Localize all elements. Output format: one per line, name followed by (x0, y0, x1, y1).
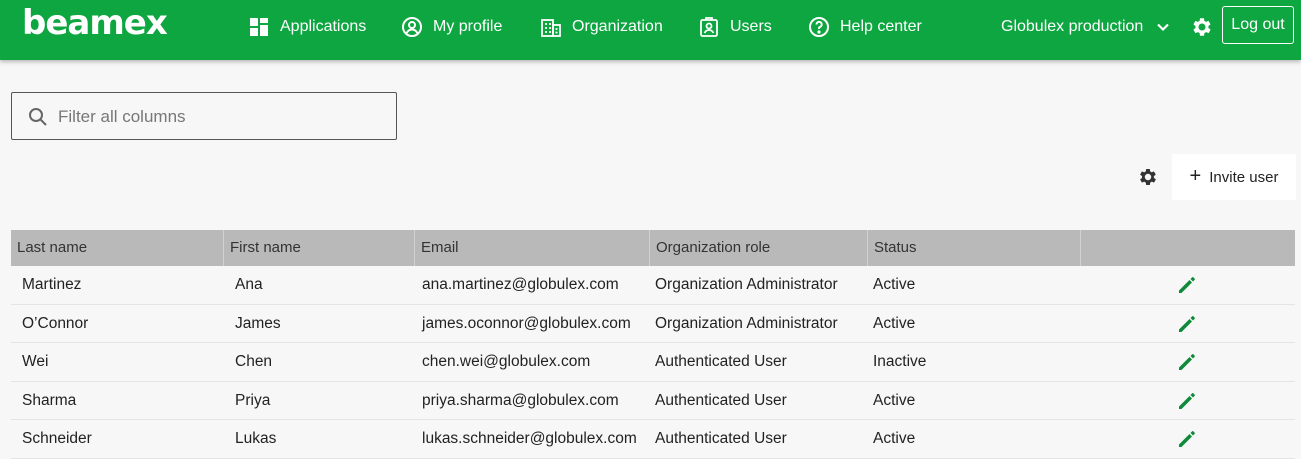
filter-search-box[interactable] (11, 92, 397, 140)
invite-user-label: Invite user (1209, 168, 1279, 186)
column-header-status[interactable]: Status (868, 230, 1081, 266)
cell-organization-role: Organization Administrator (655, 314, 838, 332)
users-table: Last name First name Email Organization … (11, 230, 1295, 459)
cell-email: ana.martinez@globulex.com (422, 276, 619, 293)
edit-pencil-icon[interactable] (1177, 352, 1197, 372)
column-header-last-name[interactable]: Last name (11, 230, 224, 266)
table-row[interactable]: Wei Chen chen.wei@globulex.com Authenticate… (11, 343, 1295, 382)
nav-applications[interactable]: Applications (248, 14, 366, 40)
building-icon (541, 19, 561, 37)
nav-users-label: Users (730, 18, 772, 35)
table-row[interactable]: Schneider Lukas lukas.schneider@globulex.c… (11, 420, 1295, 459)
edit-pencil-icon[interactable] (1177, 275, 1197, 295)
cell-email: priya.sharma@globulex.com (422, 391, 619, 409)
edit-pencil-icon[interactable] (1177, 314, 1197, 334)
cell-status: Active (873, 430, 916, 447)
settings-gear-icon[interactable] (1190, 15, 1214, 39)
cell-last-name: Wei (22, 353, 49, 370)
table-header-row: Last name First name Email Organization … (11, 230, 1295, 266)
top-bar: beamex Applications My profile Organizat… (0, 0, 1301, 60)
table-row[interactable]: Sharma Priya priya.sharma@globulex.com Auth… (11, 381, 1295, 420)
column-header-actions (1081, 230, 1295, 266)
nav-applications-label: Applications (280, 18, 367, 35)
cell-email: lukas.schneider@globulex.com (422, 430, 637, 447)
nav-help-center-label: Help center (840, 18, 922, 35)
cell-first-name: James (235, 314, 281, 332)
table-row[interactable]: O’Connor James james.oconnor@globulex.com O… (11, 304, 1295, 343)
search-icon (29, 108, 47, 126)
cell-last-name: Schneider (22, 430, 92, 447)
cell-organization-role: Authenticated User (655, 391, 787, 409)
chevron-down-icon (1157, 23, 1170, 32)
cell-first-name: Lukas (235, 430, 277, 447)
filter-search-input[interactable] (56, 103, 390, 131)
nav-my-profile[interactable]: My profile (401, 14, 502, 40)
table-row[interactable]: Martinez Ana ana.martinez@globulex.com Orga… (11, 266, 1295, 305)
cell-status: Inactive (873, 353, 927, 370)
nav-organization-label: Organization (572, 18, 663, 35)
cell-last-name: Martinez (22, 276, 82, 293)
user-circle-icon (402, 17, 422, 37)
column-header-organization-role[interactable]: Organization role (650, 230, 868, 266)
help-circle-icon (809, 17, 829, 37)
table-body: Martinez Ana ana.martinez@globulex.com Orga… (11, 266, 1295, 459)
edit-pencil-icon[interactable] (1177, 391, 1197, 411)
cell-organization-role: Organization Administrator (655, 276, 838, 293)
cell-last-name: O’Connor (22, 314, 89, 332)
nav-organization[interactable]: Organization (540, 14, 663, 40)
nav-my-profile-label: My profile (433, 18, 503, 35)
environment-label: Globulex production (1001, 18, 1144, 35)
cell-status: Active (873, 314, 916, 332)
cell-first-name: Priya (235, 391, 271, 409)
grid-icon (250, 18, 268, 36)
nav-users[interactable]: Users (698, 14, 772, 40)
plus-icon: + (1189, 165, 1202, 187)
invite-user-button[interactable]: + Invite user (1172, 154, 1296, 200)
nav-help-center[interactable]: Help center (808, 14, 922, 40)
cell-last-name: Sharma (22, 391, 77, 409)
logout-button[interactable]: Log out (1222, 6, 1294, 44)
cell-status: Active (873, 276, 916, 293)
cell-status: Active (873, 391, 916, 409)
cell-first-name: Ana (235, 276, 263, 293)
cell-first-name: Chen (235, 353, 273, 370)
cell-email: chen.wei@globulex.com (422, 353, 591, 370)
cell-organization-role: Authenticated User (655, 353, 787, 370)
table-settings-gear-icon[interactable] (1137, 166, 1159, 188)
edit-pencil-icon[interactable] (1177, 429, 1197, 449)
beamex-logo[interactable]: beamex (22, 6, 168, 40)
column-header-first-name[interactable]: First name (224, 230, 415, 266)
badge-icon (700, 17, 718, 37)
cell-organization-role: Authenticated User (655, 430, 787, 447)
column-header-email[interactable]: Email (415, 230, 650, 266)
environment-select[interactable]: Globulex production (1001, 14, 1171, 40)
cell-email: james.oconnor@globulex.com (422, 314, 631, 332)
